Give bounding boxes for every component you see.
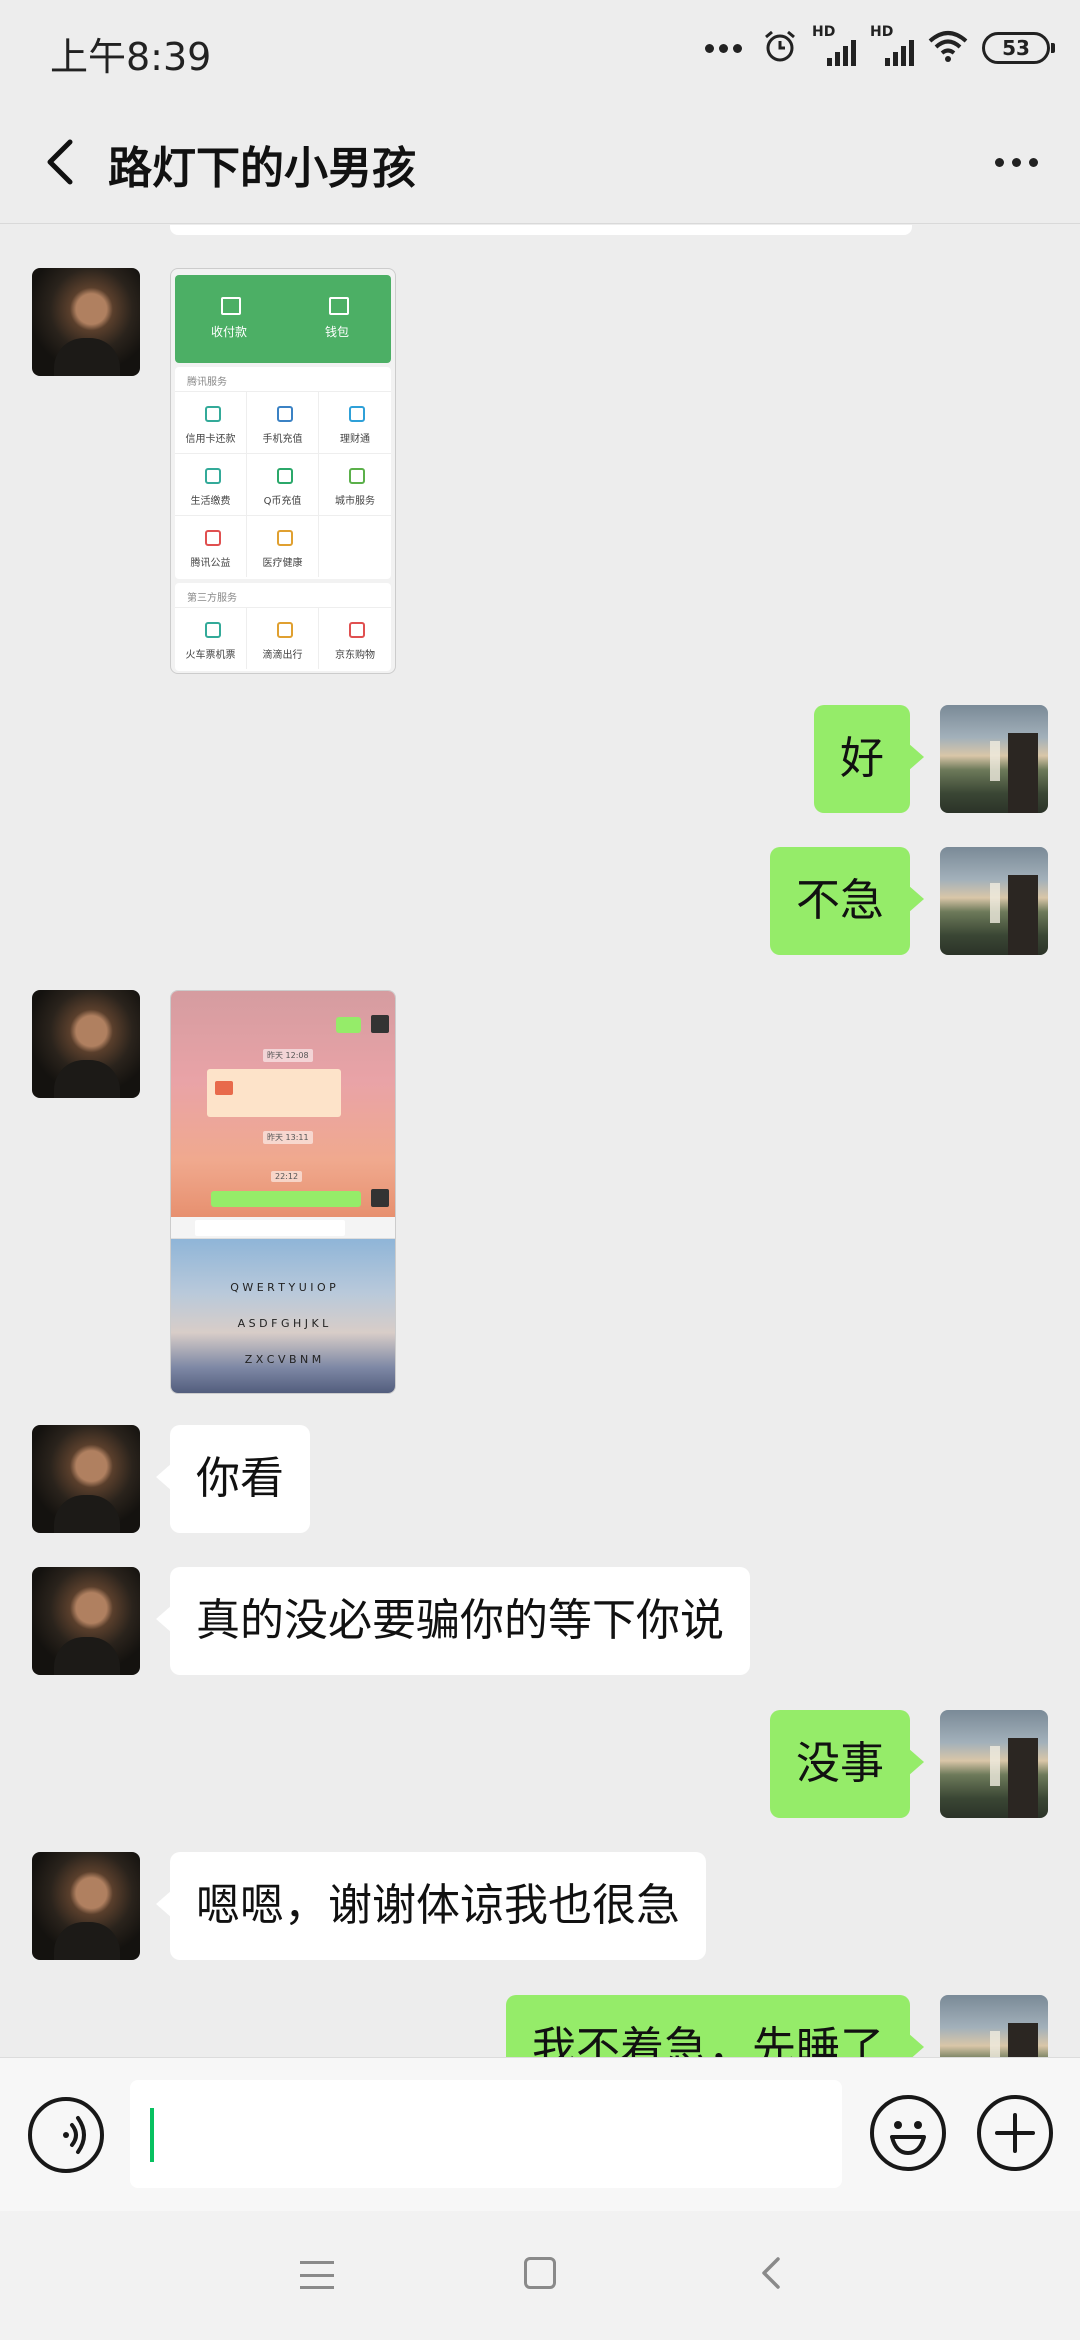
contact-avatar[interactable]: [32, 1425, 140, 1533]
my-avatar[interactable]: [940, 1710, 1048, 1818]
wallet-grid-item: 信用卡还款: [175, 391, 247, 453]
status-bar: 上午8:39 HD HD 53: [0, 0, 1080, 100]
wallet-grid-item: 医疗健康: [247, 515, 319, 577]
wallet-section: 腾讯服务 信用卡还款 手机充值 理财通 生活缴费 Q币充值 城市服务 腾讯公益 …: [175, 367, 391, 579]
keyboard-row: Q W E R T Y U I O P: [230, 1281, 336, 1294]
my-avatar[interactable]: [940, 705, 1048, 813]
wallet-grid-item: 生活缴费: [175, 453, 247, 515]
home-icon[interactable]: [524, 2257, 556, 2289]
screenshot-time: 22:12: [271, 1171, 303, 1182]
screenshot-green-bubble: [336, 1017, 361, 1033]
wallet-item: 收付款: [175, 275, 283, 363]
image-message-wallet[interactable]: 收付款 钱包 腾讯服务 信用卡还款 手机充值 理财通 生活缴费 Q币充值 城市服…: [170, 268, 396, 674]
signal-icon: HD: [870, 24, 914, 66]
chat-title: 路灯下的小男孩: [108, 143, 416, 194]
wallet-grid-item: 京东购物: [319, 607, 391, 669]
message-row: 昨天 12:08 昨天 13:11 22:12 Q W E R T Y U I …: [0, 990, 1080, 1396]
contact-avatar[interactable]: [32, 1852, 140, 1960]
received-message-bubble[interactable]: 你看: [156, 1425, 310, 1533]
wallet-grid-item: 火车票机票: [175, 607, 247, 669]
system-nav-bar: [0, 2211, 1080, 2340]
more-icon[interactable]: [986, 140, 1046, 184]
wallet-grid-item: 理财通: [319, 391, 391, 453]
wifi-icon: [928, 29, 968, 67]
screenshot-time: 昨天 12:08: [263, 1049, 313, 1062]
message-row: 不急: [0, 847, 1080, 955]
wallet-grid-item: 腾讯公益: [175, 515, 247, 577]
wallet-grid-item: 手机充值: [247, 391, 319, 453]
input-bar: [0, 2057, 1080, 2211]
message-row: 收付款 钱包 腾讯服务 信用卡还款 手机充值 理财通 生活缴费 Q币充值 城市服…: [0, 268, 1080, 678]
wallet-grid-item: Q币充值: [247, 453, 319, 515]
wallet-top-bar: 收付款 钱包: [175, 275, 391, 363]
wallet-section: 第三方服务 火车票机票 滴滴出行 京东购物: [175, 583, 391, 671]
section-title: 腾讯服务: [187, 377, 227, 388]
screenshot-keyboard: Q W E R T Y U I O P A S D F G H J K L Z …: [171, 1239, 395, 1393]
message-row: 你看: [0, 1425, 1080, 1533]
sent-message-bubble[interactable]: 没事: [770, 1710, 924, 1818]
keyboard-row: Z X C V B N M: [244, 1353, 322, 1366]
emoji-icon[interactable]: [870, 2095, 946, 2171]
contact-avatar[interactable]: [32, 1567, 140, 1675]
keyboard-row: A S D F G H J K L: [237, 1317, 329, 1330]
more-dots-icon: [705, 43, 742, 53]
status-time: 上午8:39: [50, 35, 212, 79]
voice-icon[interactable]: [28, 2097, 104, 2173]
screenshot-avatar: [371, 1015, 389, 1033]
received-message-bubble[interactable]: 真的没必要骗你的等下你说: [156, 1567, 750, 1675]
image-message-chat[interactable]: 昨天 12:08 昨天 13:11 22:12 Q W E R T Y U I …: [170, 990, 396, 1394]
menu-icon[interactable]: [300, 2255, 334, 2295]
section-title: 第三方服务: [187, 593, 237, 604]
battery-icon: 53: [982, 32, 1055, 64]
message-row: 嗯嗯，谢谢体谅我也很急: [0, 1852, 1080, 1960]
my-avatar[interactable]: [940, 1995, 1048, 2057]
status-icons: HD HD 53: [705, 24, 1055, 70]
message-row: 好: [0, 705, 1080, 813]
screenshot-card: [207, 1069, 341, 1117]
sent-message-bubble[interactable]: 不急: [770, 847, 924, 955]
screenshot-input-bar: [171, 1217, 395, 1239]
text-cursor: [150, 2108, 154, 2162]
wallet-grid-item: [319, 515, 391, 577]
message-list[interactable]: 收付款 钱包 腾讯服务 信用卡还款 手机充值 理财通 生活缴费 Q币充值 城市服…: [0, 225, 1080, 2057]
signal-icon: HD: [812, 24, 856, 66]
message-input[interactable]: [130, 2080, 842, 2188]
back-icon[interactable]: [752, 2253, 792, 2293]
contact-avatar[interactable]: [32, 268, 140, 376]
message-row: 真的没必要骗你的等下你说: [0, 1567, 1080, 1675]
screenshot-avatar: [371, 1189, 389, 1207]
sent-message-bubble[interactable]: 好: [814, 705, 924, 813]
contact-avatar[interactable]: [32, 990, 140, 1098]
chevron-left-icon[interactable]: [30, 130, 94, 194]
alarm-icon: [762, 28, 798, 68]
plus-icon[interactable]: [977, 2095, 1053, 2171]
wallet-item: 钱包: [283, 275, 391, 363]
received-message-bubble[interactable]: 嗯嗯，谢谢体谅我也很急: [156, 1852, 706, 1960]
message-row: 没事: [0, 1710, 1080, 1818]
sent-message-bubble[interactable]: 我不着急，先睡了: [506, 1995, 924, 2057]
wallet-grid-item: 城市服务: [319, 453, 391, 515]
wallet-grid-item: 滴滴出行: [247, 607, 319, 669]
screenshot-green-bubble: [211, 1191, 361, 1207]
message-row: 我不着急，先睡了: [0, 1995, 1080, 2057]
previous-message-bubble[interactable]: [170, 225, 912, 235]
my-avatar[interactable]: [940, 847, 1048, 955]
chat-header: 路灯下的小男孩: [0, 100, 1080, 224]
screenshot-time: 昨天 13:11: [263, 1131, 313, 1144]
